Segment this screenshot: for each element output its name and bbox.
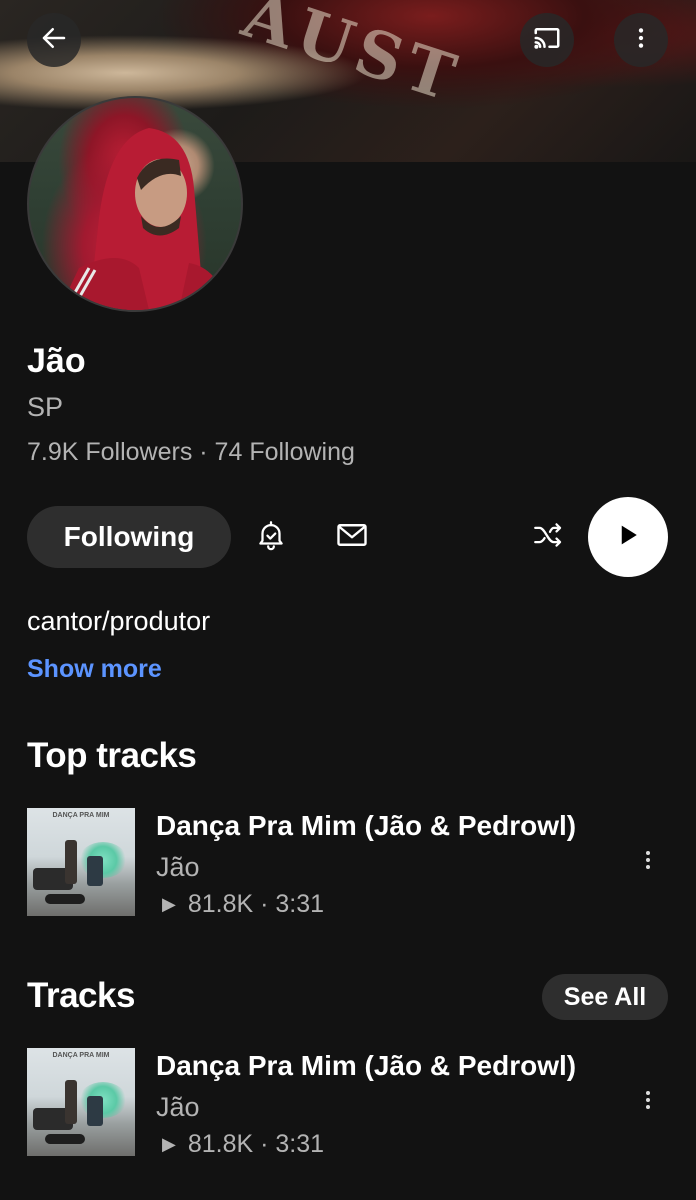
top-tracks-heading: Top tracks — [27, 736, 197, 775]
more-options-button[interactable] — [614, 13, 668, 67]
track-plays-duration: 81.8K · 3:31 — [187, 1130, 325, 1158]
notifications-button[interactable] — [245, 511, 297, 563]
show-more-link[interactable]: Show more — [27, 655, 162, 684]
play-button[interactable] — [588, 497, 668, 577]
track-row[interactable]: DANÇA PRA MIM Dança Pra Mim (Jão & Pedro… — [0, 808, 696, 918]
track-title: Dança Pra Mim (Jão & Pedrowl) — [156, 1050, 577, 1081]
track-meta: ▶ 81.8K · 3:31 — [156, 1130, 324, 1159]
more-vertical-icon — [636, 846, 660, 879]
see-all-button[interactable]: See All — [542, 974, 668, 1020]
track-more-button[interactable] — [630, 1082, 666, 1122]
follow-stats[interactable]: 7.9K Followers · 74 Following — [27, 438, 355, 467]
bell-check-icon — [254, 518, 288, 557]
message-button[interactable] — [326, 511, 378, 563]
more-vertical-icon — [628, 25, 654, 56]
mail-icon — [334, 517, 370, 558]
track-cover-art: DANÇA PRA MIM — [27, 808, 135, 916]
track-row[interactable]: DANÇA PRA MIM Dança Pra Mim (Jão & Pedro… — [0, 1048, 696, 1158]
profile-bio: cantor/produtor — [27, 606, 211, 636]
tracks-heading: Tracks — [27, 976, 135, 1015]
profile-avatar — [27, 96, 243, 312]
cast-button[interactable] — [520, 13, 574, 67]
track-title: Dança Pra Mim (Jão & Pedrowl) — [156, 810, 577, 841]
cover-title-text: DANÇA PRA MIM — [52, 1052, 110, 1059]
following-button[interactable]: Following — [27, 506, 231, 568]
more-vertical-icon — [636, 1086, 660, 1119]
cast-icon — [532, 23, 562, 58]
track-artist: Jão — [156, 1092, 200, 1122]
plays-icon: ▶ — [162, 894, 176, 914]
cover-title-text: DANÇA PRA MIM — [52, 812, 110, 819]
shuffle-icon — [531, 518, 565, 557]
track-artist: Jão — [156, 852, 200, 882]
plays-icon: ▶ — [162, 1134, 176, 1154]
profile-location: SP — [27, 392, 64, 422]
track-plays-duration: 81.8K · 3:31 — [187, 890, 325, 918]
play-icon — [613, 520, 643, 555]
shuffle-button[interactable] — [522, 511, 574, 563]
profile-name: Jão — [27, 342, 86, 380]
track-meta: ▶ 81.8K · 3:31 — [156, 890, 324, 919]
track-cover-art: DANÇA PRA MIM — [27, 1048, 135, 1156]
track-more-button[interactable] — [630, 842, 666, 882]
back-button[interactable] — [27, 13, 81, 67]
arrow-left-icon — [39, 23, 69, 58]
banner-shirt-text: AUST — [233, 0, 470, 118]
